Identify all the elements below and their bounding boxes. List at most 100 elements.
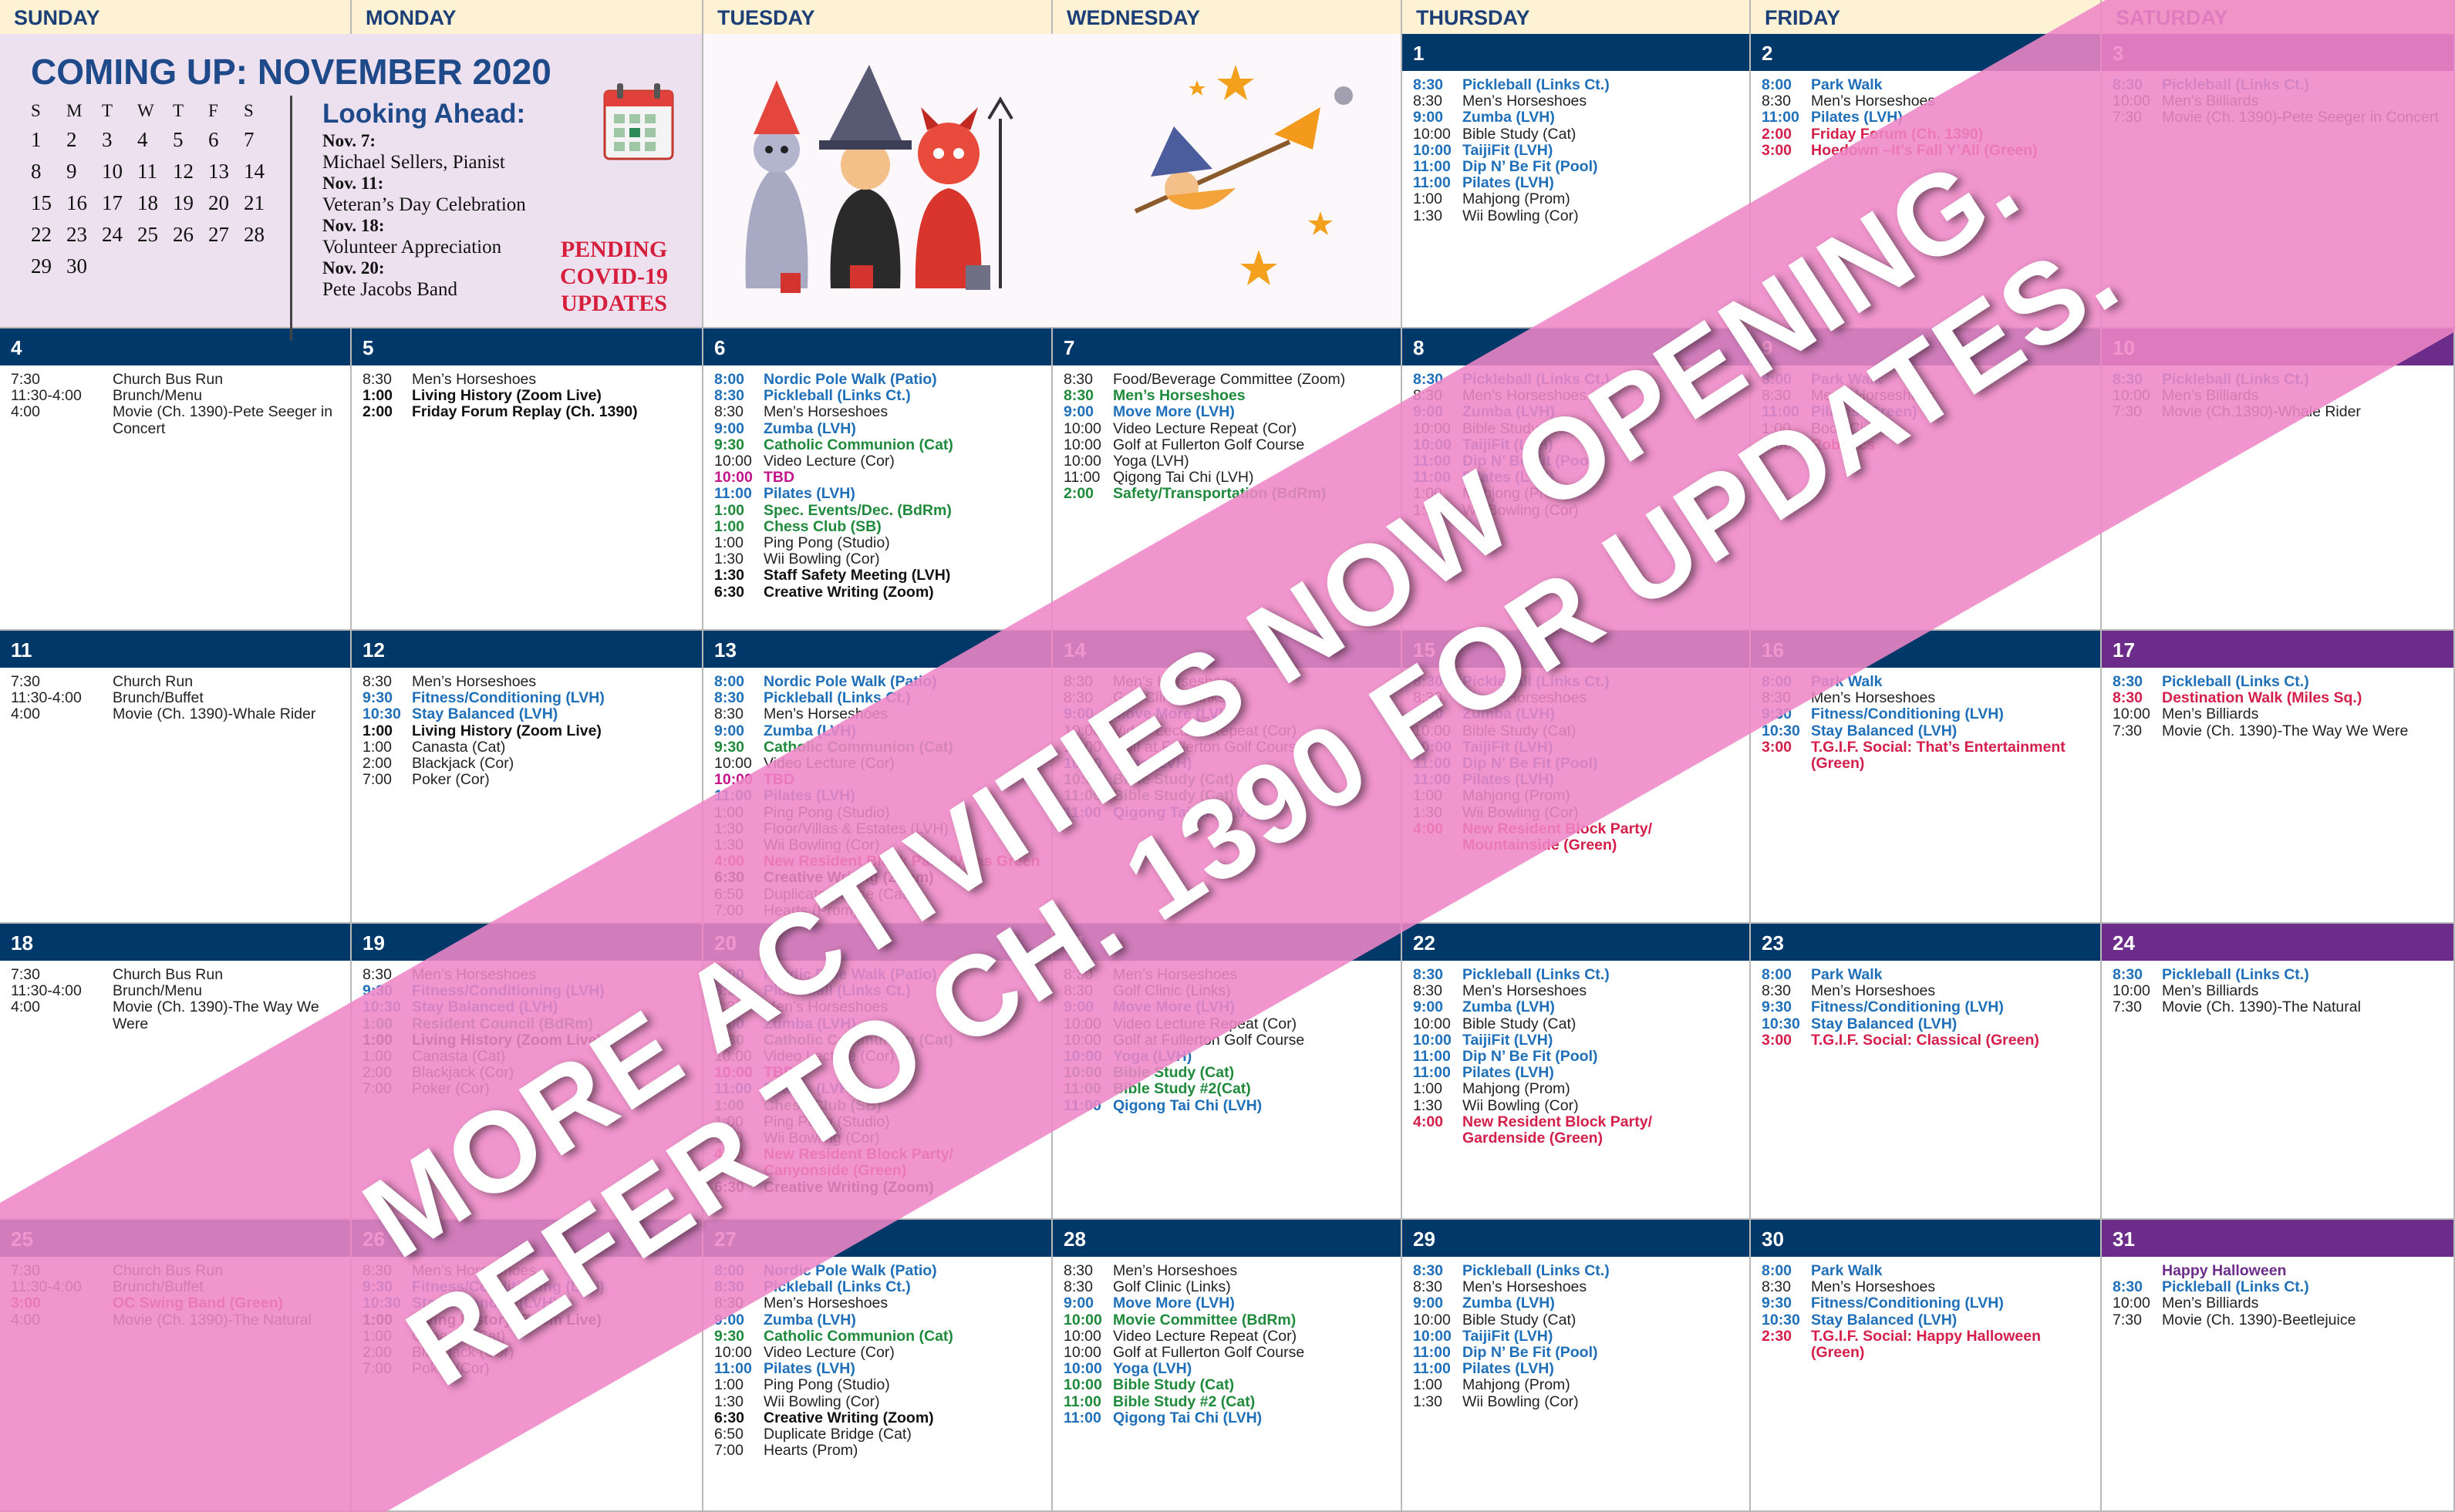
event-item: 8:30 Men’s Horseshoes: [1762, 983, 2100, 999]
event-time: 8:00: [1762, 966, 1792, 983]
event-title: Mahjong (Prom): [1462, 1080, 1570, 1098]
event-title: T.G.I.F. Social: That’s Entertainment (G…: [1811, 738, 2066, 773]
weekday-header: THURSDAY: [1402, 0, 1751, 34]
weekday-header: FRIDAY: [1751, 0, 2102, 34]
event-title: Zumba (LVH): [764, 1311, 856, 1328]
event-time: 4:00: [1413, 1113, 1444, 1130]
event-time: 4:00: [714, 853, 745, 870]
day-cell: 29 8:30 Pickleball (Links Ct.) 8:30 Men’s Ho…: [1402, 1220, 1751, 1512]
event-title: Men’s Billiards: [2162, 93, 2259, 110]
mini-calendar-day: 13: [208, 160, 229, 183]
event-time: 11:30-4:00: [11, 387, 82, 405]
event-title: Golf at Fullerton Golf Course: [1113, 1031, 1305, 1049]
event-time: 9:30: [363, 982, 393, 1000]
event-time: 9:30: [714, 1327, 745, 1345]
event-title: Safety/Transportation (BdRm): [1113, 485, 1327, 503]
event-item: 7:30 Church Bus Run: [11, 371, 350, 388]
event-title: Video Lecture Repeat (Cor): [1113, 419, 1297, 437]
event-title: Golf at Fullerton Golf Course: [1113, 436, 1305, 453]
looking-ahead-event: Pete Jacobs Band: [322, 279, 457, 300]
event-title: Stay Balanced (LVH): [1811, 1311, 1958, 1328]
event-title: Fitness/Conditioning (LVH): [412, 689, 605, 707]
event-list: 8:30 Food/Beverage Committee (Zoom) 8:30 Me…: [1053, 365, 1401, 503]
mini-calendar-day: 8: [31, 160, 42, 183]
event-item: 1:00 Mahjong (Prom): [1413, 1081, 1749, 1097]
event-title: Movie (Ch. 1390)-The Natural: [113, 1311, 312, 1328]
event-title: Church Bus Run: [113, 371, 224, 388]
coming-up-panel: COMING UP: NOVEMBER 2020 SMTWTFS12345678…: [0, 34, 703, 341]
mini-calendar-day: 26: [173, 223, 194, 246]
event-list: 8:00 Nordic Pole Walk (Patio) 8:30 Pickleba…: [703, 365, 1051, 601]
event-title: Bible Study (Cat): [1462, 125, 1577, 143]
event-time: 1:00: [363, 1031, 393, 1049]
event-time: 9:00: [1064, 1295, 1094, 1312]
mini-calendar-day: 27: [208, 223, 229, 246]
event-time: 2:00: [363, 403, 393, 421]
event-title: TaijiFit (LVH): [1462, 1327, 1553, 1345]
event-item: 10:30 Stay Balanced (LVH): [1762, 722, 2100, 739]
event-title: Catholic Communion (Cat): [764, 738, 953, 756]
event-time: 10:00: [1064, 1048, 1102, 1066]
day-number: 24: [2102, 924, 2453, 961]
event-item: 10:30 Stay Balanced (LVH): [1762, 1015, 2100, 1032]
event-time: 10:00: [1064, 436, 1101, 453]
weekday-header: TUESDAY: [703, 0, 1053, 34]
event-time: 8:30: [1413, 982, 1442, 1000]
mini-calendar-weekday: S: [244, 101, 254, 120]
event-item: 11:00 Pilates (LVH): [714, 1361, 1051, 1377]
event-item: 8:30 Men’s Horseshoes: [1413, 93, 1749, 109]
mini-calendar-weekday: M: [66, 101, 83, 120]
event-item: 10:30 Stay Balanced (LVH): [363, 706, 702, 722]
event-time: 10:00: [1413, 141, 1452, 159]
event-title: Dip N’ Be Fit (Pool): [1462, 755, 1598, 773]
event-item: 9:00 Zumba (LVH): [714, 722, 1051, 739]
event-item: 10:00 Bible Study (Cat): [1413, 1015, 1749, 1032]
event-title: Bible Study (Cat): [1113, 1064, 1235, 1082]
day-number: 7: [1053, 328, 1401, 365]
event-item: 4:00 Movie (Ch. 1390)-The Way We Were: [11, 999, 350, 1032]
mini-calendar-day: 16: [66, 191, 87, 214]
event-item: 2:00 Safety/Transportation (BdRm): [1064, 486, 1401, 502]
event-item: 8:30 Pickleball (Links Ct.): [2113, 76, 2453, 93]
event-item: 10:00 Men’s Billiards: [2113, 706, 2453, 722]
day-cell: 4 7:30 Church Bus Run 11:30-4:00 Brunch/Menu…: [0, 328, 352, 631]
event-title: Fitness/Conditioning (LVH): [1811, 705, 2004, 723]
event-item: 8:30 Men’s Horseshoes: [1762, 1279, 2100, 1295]
mini-calendar-day: 30: [66, 254, 87, 278]
event-title: Park Walk: [1811, 76, 1883, 93]
event-title: Golf Clinic (Links): [1113, 982, 1231, 1000]
event-time: 8:30: [714, 387, 745, 405]
weekday-header: WEDNESDAY: [1053, 0, 1402, 34]
mini-calendar-weekday: T: [102, 101, 113, 120]
event-item: 9:30 Fitness/Conditioning (LVH): [363, 690, 702, 706]
event-item: 7:30 Church Bus Run: [11, 1262, 350, 1279]
event-time: 11:00: [1413, 1360, 1451, 1378]
event-time: 10:00: [1064, 1344, 1101, 1362]
event-time: 9:00: [1413, 1295, 1444, 1312]
event-item: 11:00 Pilates (LVH): [1413, 1361, 1749, 1377]
event-list: 8:30 Pickleball (Links Ct.) 8:30 Men’s Hors…: [1402, 961, 1749, 1147]
event-item: 3:00 OC Swing Band (Green): [11, 1295, 350, 1312]
event-item: 9:00 Move More (LVH): [1064, 1295, 1401, 1312]
event-item: 9:30 Fitness/Conditioning (LVH): [1762, 706, 2100, 722]
event-item: 8:00 Nordic Pole Walk (Patio): [714, 1262, 1051, 1279]
event-item: 10:00 Video Lecture (Cor): [714, 453, 1051, 470]
day-number: 18: [0, 924, 350, 961]
event-item: 10:00 Men’s Billiards: [2113, 388, 2453, 404]
event-title: Brunch/Menu: [113, 982, 202, 1000]
event-time: 1:00: [1413, 787, 1442, 805]
event-title: T.G.I.F. Social: Happy Halloween (Green): [1811, 1327, 2041, 1362]
event-time: 10:00: [1413, 1015, 1451, 1032]
event-time: 8:30: [1064, 1262, 1093, 1279]
event-time: 8:30: [1064, 1278, 1093, 1296]
event-time: 10:00: [714, 1344, 752, 1362]
mini-calendar-day: 22: [31, 223, 52, 246]
event-item: 10:00 Video Lecture (Cor): [714, 1344, 1051, 1362]
event-item: 11:00 Pilates (LVH): [714, 486, 1051, 502]
event-item: 8:00 Park Walk: [1762, 966, 2100, 983]
event-item: 10:00 Golf at Fullerton Golf Course: [1064, 1032, 1401, 1049]
event-title: Yoga (LVH): [1113, 1360, 1192, 1378]
event-title: Stay Balanced (LVH): [1811, 1015, 1958, 1032]
day-cell: 17 8:30 Pickleball (Links Ct.) 8:30 Destinat…: [2102, 631, 2455, 924]
event-item: 11:00 Dip N’ Be Fit (Pool): [1413, 158, 1749, 175]
